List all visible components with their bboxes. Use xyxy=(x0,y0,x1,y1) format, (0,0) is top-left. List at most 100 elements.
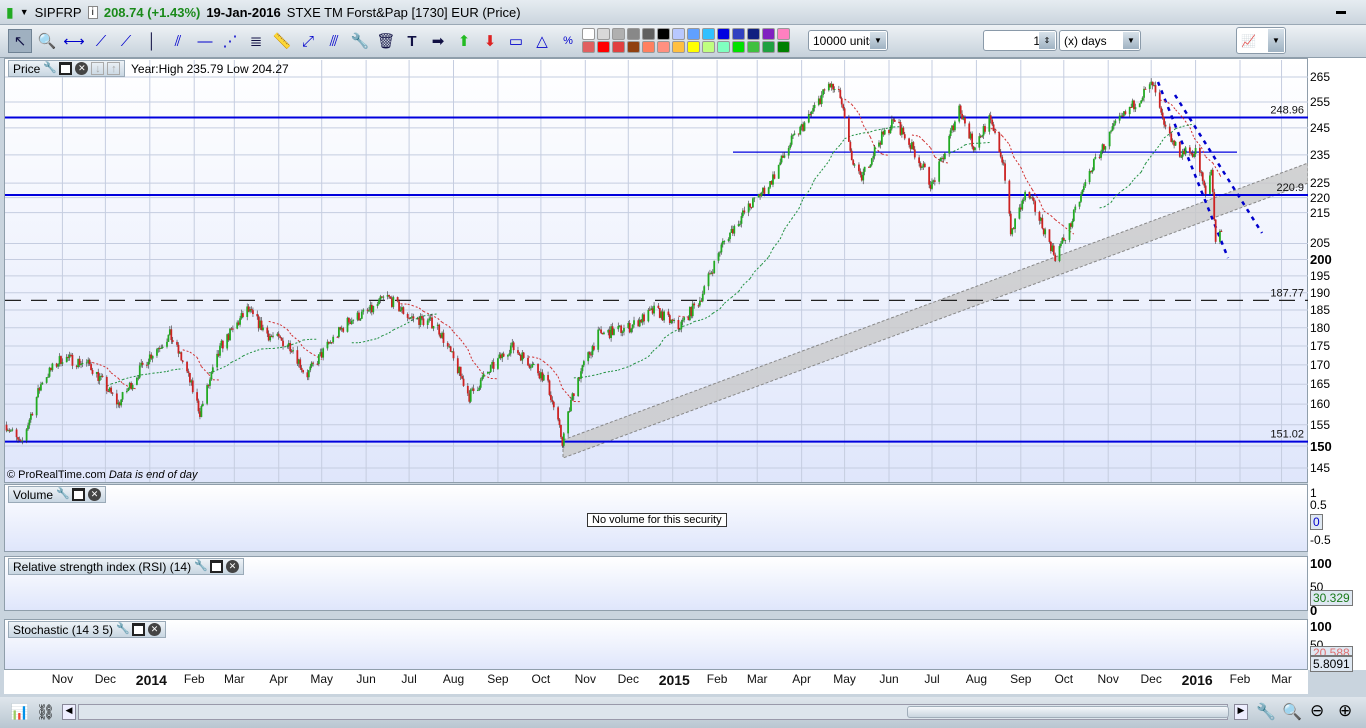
candle-body xyxy=(1034,201,1037,212)
wrench-icon[interactable]: 🔧 xyxy=(56,488,70,501)
candle-body xyxy=(211,367,214,373)
candle-body xyxy=(359,318,362,321)
candle-body xyxy=(409,317,412,319)
candle-body xyxy=(27,425,29,430)
candle-body xyxy=(837,88,840,90)
moving-average-segment xyxy=(647,351,654,358)
moving-average-segment xyxy=(539,358,545,362)
moving-average-segment xyxy=(1122,184,1130,191)
candle-body xyxy=(667,311,670,316)
candle-body xyxy=(146,364,148,366)
moving-average-segment xyxy=(291,334,300,342)
zoom-in-icon[interactable]: ⊕ xyxy=(1338,701,1352,721)
price-tick: 165 xyxy=(1310,377,1331,392)
candle-body xyxy=(1084,182,1087,187)
candle-body xyxy=(372,306,375,313)
candle-body xyxy=(279,336,282,338)
horizontal-scrollbar[interactable] xyxy=(78,704,1229,720)
move-up-icon[interactable]: ↑ xyxy=(107,62,121,75)
close-icon[interactable]: ✕ xyxy=(75,62,89,75)
moving-average-segment xyxy=(453,331,462,340)
price-tick: 190 xyxy=(1310,285,1331,300)
date-label: Dec xyxy=(617,672,639,686)
candle-body xyxy=(1211,169,1214,193)
moving-average-segment xyxy=(1175,109,1184,118)
candle-body xyxy=(51,363,54,371)
auto-zoom-icon[interactable]: 🔍 xyxy=(1282,702,1302,722)
wrench-icon[interactable]: 🔧 xyxy=(116,623,130,636)
candle-body xyxy=(98,376,101,381)
candle-body xyxy=(350,320,353,324)
candle-body xyxy=(518,353,521,356)
chart-settings-icon[interactable]: 🔧 xyxy=(1256,702,1276,722)
close-icon[interactable]: ✕ xyxy=(88,488,102,501)
scrollbar-thumb[interactable] xyxy=(907,706,1229,718)
candle-body xyxy=(792,134,794,136)
candle-body xyxy=(893,119,896,122)
candle-body xyxy=(1064,239,1067,241)
link-candles-icon[interactable]: ⛓ xyxy=(36,703,55,721)
candle-body xyxy=(41,382,44,385)
candle-body xyxy=(160,347,163,349)
zoom-out-icon[interactable]: ⊖ xyxy=(1310,701,1324,721)
wrench-icon[interactable]: 🔧 xyxy=(43,62,57,75)
moving-average-segment xyxy=(257,348,262,351)
moving-average-segment xyxy=(129,375,138,378)
candle-body xyxy=(502,353,505,357)
wrench-icon[interactable]: 🔧 xyxy=(194,560,208,573)
candle-body xyxy=(242,313,244,317)
candle-body xyxy=(984,126,986,132)
window-icon[interactable] xyxy=(72,488,86,501)
candle-body xyxy=(551,399,554,402)
candle-body xyxy=(580,371,582,379)
candle-body xyxy=(17,437,19,440)
close-icon[interactable]: ✕ xyxy=(226,560,240,573)
moving-average-segment xyxy=(441,321,450,327)
candle-body xyxy=(902,127,905,135)
candle-body xyxy=(647,309,650,322)
window-icon[interactable] xyxy=(59,62,73,75)
moving-average-segment xyxy=(603,370,612,374)
moving-average-segment xyxy=(659,337,665,346)
candle-body xyxy=(1110,130,1112,132)
candle-body xyxy=(309,366,312,371)
stochastic-pane-title: Stochastic (14 3 5) xyxy=(13,622,114,637)
candle-body xyxy=(840,98,843,105)
moving-average-segment xyxy=(1205,156,1214,164)
candle-body xyxy=(1054,254,1057,262)
date-label: Aug xyxy=(442,672,465,686)
candle-body xyxy=(1213,192,1216,220)
candle-body xyxy=(221,340,224,349)
candle-body xyxy=(1154,85,1157,93)
candle-body xyxy=(552,401,555,408)
chart-refresh-icon[interactable]: 📊 xyxy=(10,703,29,721)
candle-body xyxy=(1161,112,1164,118)
close-icon[interactable]: ✕ xyxy=(148,623,162,636)
candle-body xyxy=(180,352,183,361)
moving-average-segment xyxy=(400,322,408,328)
candle-body xyxy=(739,223,741,225)
candle-body xyxy=(842,104,845,109)
window-icon[interactable] xyxy=(210,560,224,573)
date-label: Feb xyxy=(183,672,205,686)
candle-body xyxy=(61,362,64,364)
candle-body xyxy=(1008,180,1011,214)
candle-body xyxy=(981,135,984,137)
volume-pane-header: Volume 🔧 ✕ xyxy=(8,486,107,503)
candle-body xyxy=(1058,246,1061,262)
scroll-right-button[interactable]: ▶ xyxy=(1234,704,1248,720)
candle-body xyxy=(1138,103,1141,108)
candle-body xyxy=(562,433,565,446)
move-down-icon[interactable]: ↓ xyxy=(91,62,105,75)
moving-average-segment xyxy=(358,341,364,344)
window-icon[interactable] xyxy=(132,623,146,636)
candle-body xyxy=(9,430,12,432)
candle-body xyxy=(156,349,158,356)
candle-body xyxy=(342,328,345,332)
candle-body xyxy=(999,152,1002,157)
scroll-left-button[interactable]: ◀ xyxy=(62,704,76,720)
moving-average-segment xyxy=(862,124,871,138)
date-label: Nov xyxy=(574,672,596,686)
stochastic-pane: Stochastic (14 3 5) 🔧 ✕ xyxy=(4,619,1308,670)
candle-body xyxy=(376,304,379,307)
